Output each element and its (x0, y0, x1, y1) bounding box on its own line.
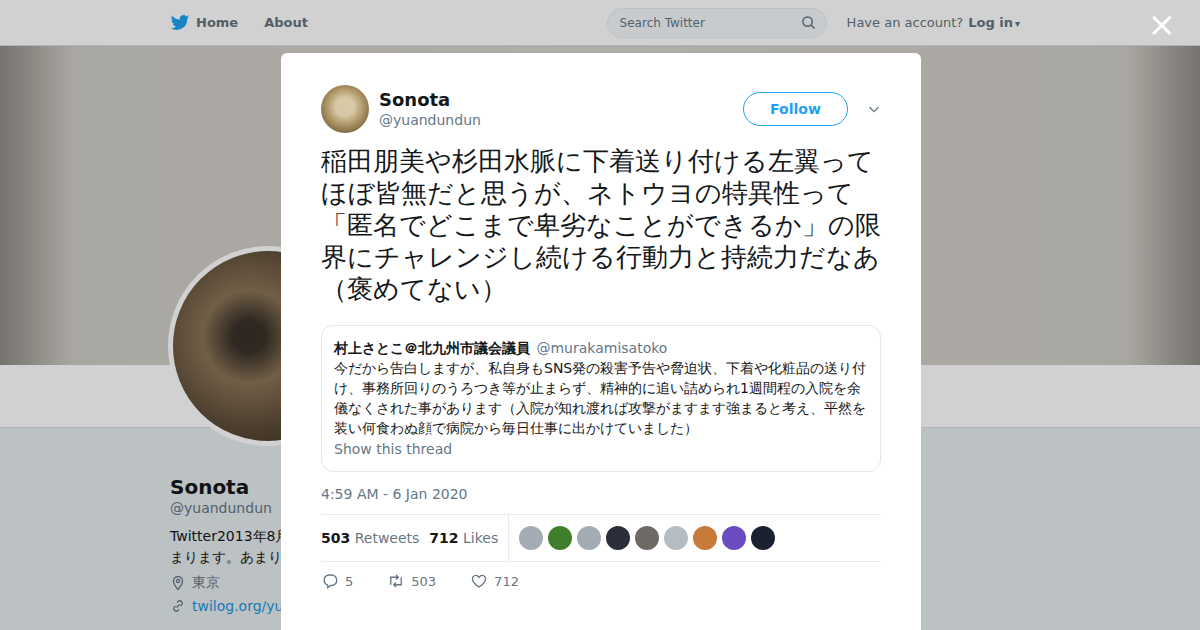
tweet-stats: 503 Retweets 712 Likes (321, 514, 881, 562)
close-button[interactable]: × (1144, 4, 1181, 44)
retweet-action[interactable]: 503 (387, 572, 436, 590)
liker-avatar[interactable] (664, 526, 688, 550)
profile-page: Home About Search Twitter Have an accoun… (0, 0, 1200, 630)
quoted-author-name: 村上さとこ＠北九州市議会議員 (334, 340, 530, 356)
liker-avatars (519, 526, 775, 550)
chevron-down-icon[interactable] (867, 102, 881, 116)
tweet-header: Sonota @yuandundun Follow (321, 85, 881, 133)
follow-button[interactable]: Follow (743, 92, 848, 126)
like-action[interactable]: 712 (470, 572, 519, 590)
liker-avatar[interactable] (519, 526, 543, 550)
retweet-icon (387, 572, 405, 590)
tweet-modal: Sonota @yuandundun Follow 稲田朋美や杉田水脈に下着送り… (281, 53, 921, 630)
liker-avatar[interactable] (693, 526, 717, 550)
tweet-text: 稲田朋美や杉田水脈に下着送り付ける左翼ってほぼ皆無だと思うが、ネトウヨの特異性っ… (321, 145, 881, 305)
liker-avatar[interactable] (722, 526, 746, 550)
reply-icon (321, 572, 339, 590)
retweet-stat[interactable]: 503 Retweets (321, 530, 419, 546)
tweet-timestamp[interactable]: 4:59 AM - 6 Jan 2020 (321, 486, 881, 502)
author-handle[interactable]: @yuandundun (379, 111, 743, 129)
liker-avatar[interactable] (606, 526, 630, 550)
liker-avatar[interactable] (751, 526, 775, 550)
quoted-author-handle: @murakamisatoko (536, 340, 667, 356)
liker-avatar[interactable] (635, 526, 659, 550)
reply-action[interactable]: 5 (321, 572, 353, 590)
liker-avatar[interactable] (577, 526, 601, 550)
quoted-tweet[interactable]: 村上さとこ＠北九州市議会議員 @murakamisatoko 今だから告白します… (321, 325, 881, 472)
author-avatar[interactable] (321, 85, 369, 133)
like-stat[interactable]: 712 Likes (429, 530, 498, 546)
author-name[interactable]: Sonota (379, 89, 743, 111)
tweet-actions: 5 503 712 (321, 572, 881, 600)
show-thread-link[interactable]: Show this thread (334, 441, 868, 457)
quoted-text: 今だから告白しますが、私自身もSNS発の殺害予告や脅迫状、下着や化粧品の送り付け… (334, 358, 868, 438)
heart-icon (470, 572, 488, 590)
liker-avatar[interactable] (548, 526, 572, 550)
